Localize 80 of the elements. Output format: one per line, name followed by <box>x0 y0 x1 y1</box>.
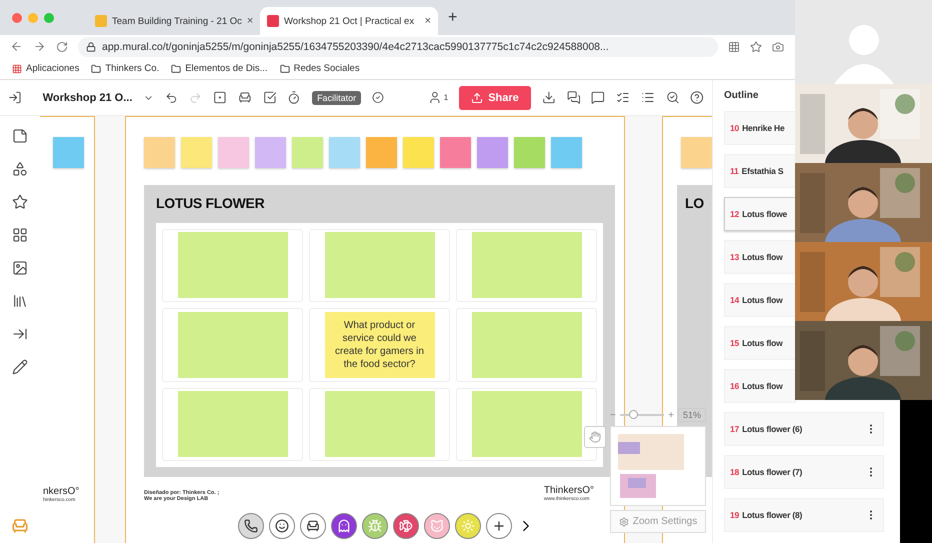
smile-icon <box>275 519 289 533</box>
brand-text: ThinkersO° <box>544 485 594 496</box>
upload-icon <box>471 92 484 104</box>
star-icon[interactable] <box>750 40 762 52</box>
sticky-note[interactable]: What product or service could we create for gamers in the food sector? <box>324 312 434 378</box>
facilitator-badge[interactable]: Facilitator <box>312 90 362 104</box>
chair-icon[interactable] <box>238 90 252 105</box>
apps-icon <box>12 64 22 74</box>
reload-icon[interactable] <box>56 40 68 52</box>
help-icon[interactable] <box>690 90 704 105</box>
board-heading: LOTUS FLOWER <box>156 195 266 213</box>
board-heading: LO <box>685 195 705 213</box>
close-icon[interactable]: × <box>424 15 431 27</box>
checkbox-icon[interactable] <box>262 90 276 105</box>
cat-icon <box>430 519 444 533</box>
outline-item[interactable]: 13 Lotus flow <box>724 240 796 274</box>
folder-icon <box>280 64 290 74</box>
user-icon[interactable] <box>428 90 442 105</box>
folder-icon <box>91 64 102 74</box>
check-icon[interactable] <box>372 91 384 104</box>
library-icon[interactable] <box>12 293 28 309</box>
chair-icon <box>306 519 320 533</box>
star-icon[interactable] <box>12 194 28 210</box>
share-button[interactable]: Share <box>459 86 531 110</box>
close-icon[interactable]: × <box>246 15 254 27</box>
hand-icon <box>589 431 601 443</box>
outline-item[interactable]: 12 Lotus flowe <box>724 197 796 231</box>
list-icon[interactable] <box>616 90 630 105</box>
outline-item[interactable]: 15 Lotus flow <box>724 326 796 360</box>
brand-text: nkersO° <box>43 486 80 497</box>
sticky-note-icon[interactable] <box>12 128 28 144</box>
tab-icon <box>95 15 107 27</box>
outline-item[interactable]: 10 Henrike He <box>724 111 796 145</box>
outline-item[interactable]: 19 Lotus flower (8) <box>724 498 884 532</box>
search-icon[interactable] <box>666 90 680 105</box>
pencil-icon[interactable] <box>12 359 28 375</box>
undo-icon[interactable] <box>165 90 178 104</box>
participant-count: 1 <box>444 93 448 102</box>
timer-icon[interactable] <box>287 90 302 105</box>
camera-icon[interactable] <box>772 40 784 52</box>
image-icon[interactable] <box>12 260 28 276</box>
outline-item[interactable]: 17 Lotus flower (6) <box>724 412 884 446</box>
grid-icon[interactable] <box>728 40 740 52</box>
folder-icon <box>171 64 182 74</box>
lock-icon <box>86 42 96 52</box>
download-icon[interactable] <box>542 90 556 105</box>
outline-item[interactable]: 14 Lotus flow <box>724 283 796 317</box>
back-icon[interactable] <box>10 40 23 53</box>
outline-item[interactable]: 18 Lotus flower (7) <box>724 455 884 489</box>
bookmark[interactable]: Elementos de Dis... <box>171 63 268 74</box>
frame-icon[interactable] <box>213 90 227 105</box>
bookmark[interactable]: Redes Sociales <box>280 63 360 74</box>
sun-icon <box>461 519 475 533</box>
shapes-icon[interactable] <box>12 161 28 177</box>
phone-icon <box>244 519 258 533</box>
grid-icon[interactable] <box>12 227 28 243</box>
exit-icon[interactable] <box>8 90 22 105</box>
slider-thumb[interactable] <box>629 410 638 419</box>
bookmark[interactable]: Aplicaciones <box>12 63 80 74</box>
comment-icon[interactable] <box>591 90 606 105</box>
bug-icon <box>368 519 382 533</box>
forward-icon[interactable] <box>33 40 46 53</box>
bookmark[interactable]: Thinkers Co. <box>91 63 160 74</box>
tab-icon <box>267 15 279 27</box>
ghost-icon <box>337 519 351 533</box>
new-tab-button[interactable]: + <box>448 8 458 26</box>
zoom-percent: 51% <box>678 408 706 422</box>
plus-icon <box>492 519 506 533</box>
fish-icon <box>399 519 413 533</box>
outline-item[interactable]: 11 Efstathia S <box>724 154 796 188</box>
import-icon[interactable] <box>12 326 28 342</box>
chat-icon[interactable] <box>566 90 580 105</box>
browser-tab[interactable]: Team Building Training - 21 Oc × <box>88 7 256 35</box>
outline-item[interactable]: 16 Lotus flow <box>724 369 796 403</box>
address-field[interactable]: app.mural.co/t/goninja5255/m/goninja5255/1634755203390/4e4c2713cac5990137775c1c74c2c924588008... <box>78 36 718 56</box>
zoom-in-button[interactable]: + <box>668 410 674 420</box>
board-title[interactable]: Workshop 21 O... <box>42 92 132 104</box>
outline-title: Outline <box>724 90 760 102</box>
browser-tab[interactable]: Workshop 21 Oct | Practical ex × <box>260 7 438 35</box>
settings-icon <box>618 516 629 526</box>
